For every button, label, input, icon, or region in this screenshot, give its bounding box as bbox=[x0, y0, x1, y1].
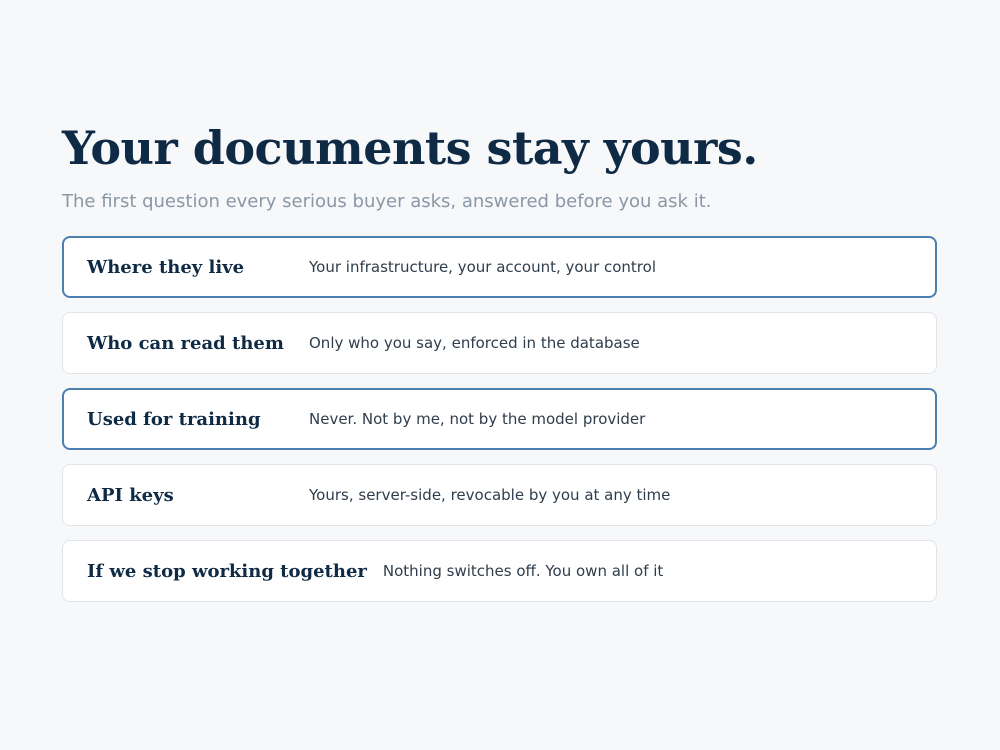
row-value: Nothing switches off. You own all of it bbox=[382, 562, 664, 580]
row-value: Your infrastructure, your account, your … bbox=[309, 258, 656, 276]
row-value: Only who you say, enforced in the databa… bbox=[309, 334, 640, 352]
page: Your documents stay yours. The first que… bbox=[0, 0, 1000, 750]
assurance-row-who-can-read: Who can read them Only who you say, enfo… bbox=[62, 312, 937, 374]
page-subtitle: The first question every serious buyer a… bbox=[62, 191, 712, 212]
row-value: Never. Not by me, not by the model provi… bbox=[309, 410, 646, 428]
assurance-row-where-they-live: Where they live Your infrastructure, you… bbox=[62, 236, 937, 298]
assurance-row-stop-working: If we stop working together Nothing swit… bbox=[62, 540, 937, 602]
assurance-row-api-keys: API keys Yours, server-side, revocable b… bbox=[62, 464, 937, 526]
row-label: If we stop working together bbox=[87, 560, 367, 582]
row-value: Yours, server-side, revocable by you at … bbox=[309, 486, 671, 504]
row-label: API keys bbox=[87, 484, 174, 506]
row-label: Used for training bbox=[87, 408, 261, 430]
assurance-list: Where they live Your infrastructure, you… bbox=[62, 236, 937, 602]
page-title: Your documents stay yours. bbox=[62, 121, 758, 175]
assurance-row-training: Used for training Never. Not by me, not … bbox=[62, 388, 937, 450]
row-label: Where they live bbox=[87, 256, 245, 278]
row-label: Who can read them bbox=[87, 332, 284, 354]
